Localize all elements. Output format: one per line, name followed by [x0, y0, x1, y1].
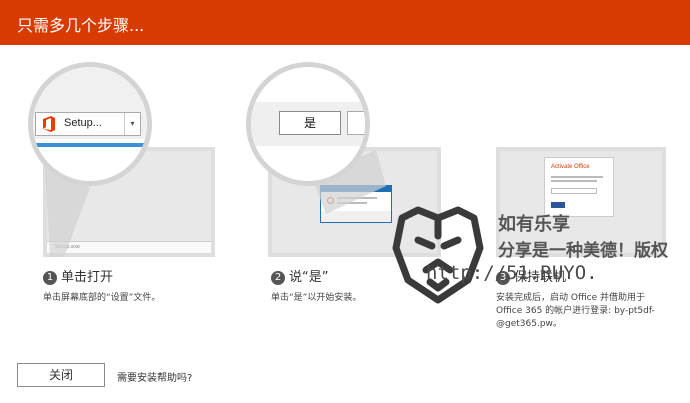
yes-button-illustration: 是 — [279, 111, 341, 135]
activate-office-dialog: Activate Office — [544, 157, 614, 217]
close-button[interactable]: 关闭 — [17, 363, 105, 387]
step-3-description-line: @get365.pw。 — [496, 319, 562, 329]
step-3-description-line: Office 365 的帐户进行登录: by-pt5df- — [496, 306, 655, 316]
watermark-line-2: 分享是一种美德！版权 — [498, 241, 668, 261]
activate-office-title: Activate Office — [551, 164, 590, 170]
watermark-url: http://51.RUYO. — [426, 262, 598, 284]
step-2-description: 单击“是”以开始安装。 — [271, 293, 362, 303]
step-3-description: 安装完成后，启动 Office 并借助用于 Office 365 的帐户进行登录… — [496, 292, 686, 331]
watermark-line-1: 如有乐享 — [498, 214, 570, 235]
install-help-link[interactable]: 需要安装帮助吗? — [117, 369, 192, 384]
step-2-number: 2 — [271, 271, 285, 285]
step-3-description-line: 安装完成后，启动 Office 并借助用于 — [496, 293, 645, 303]
step-2-title-text: 说“是” — [289, 270, 329, 285]
step-2-title: 2 说“是” — [271, 266, 328, 285]
no-button-illustration — [347, 111, 365, 135]
step-2-zoom-circle: 是 — [246, 62, 370, 186]
tiger-logo-icon — [392, 206, 484, 304]
